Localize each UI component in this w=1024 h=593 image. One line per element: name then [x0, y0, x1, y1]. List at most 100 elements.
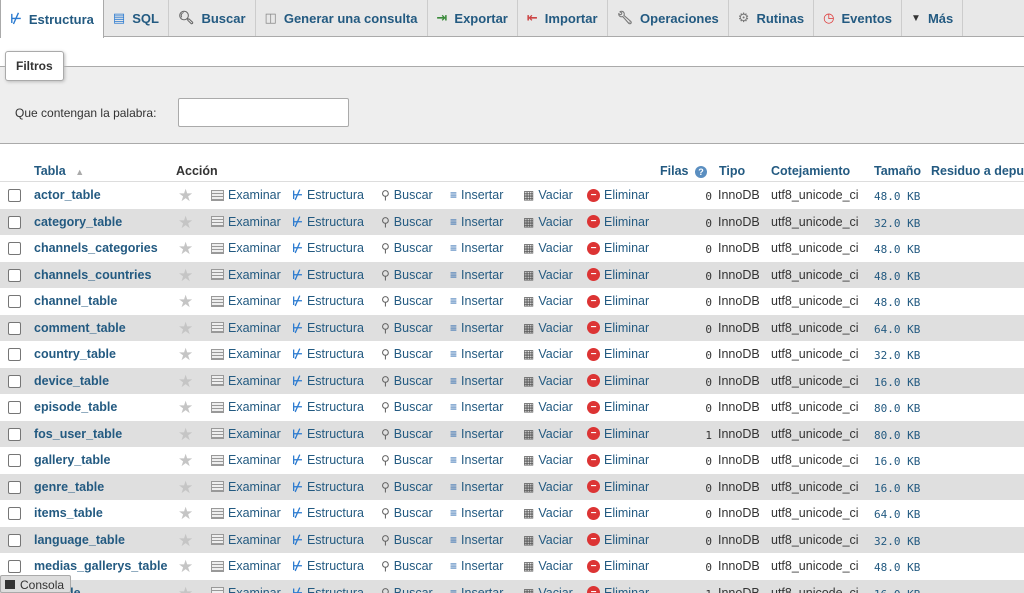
eliminar-link[interactable]: − Eliminar — [587, 480, 649, 494]
table-name-link[interactable]: channels_countries — [34, 268, 151, 282]
insertar-link[interactable]: ≡ Insertar — [450, 427, 503, 441]
tab-operaciones[interactable]: 🔧︎ Operaciones — [608, 0, 729, 36]
vaciar-link[interactable]: ▦ Vaciar — [523, 294, 573, 308]
examinar-link[interactable]: Examinar — [211, 559, 281, 573]
filter-input[interactable] — [178, 98, 349, 127]
vaciar-link[interactable]: ▦ Vaciar — [523, 506, 573, 520]
buscar-link[interactable]: ⚲ Buscar — [381, 347, 433, 361]
vaciar-link[interactable]: ▦ Vaciar — [523, 241, 573, 255]
table-name-link[interactable]: items_table — [34, 506, 103, 520]
estructura-link[interactable]: ⊬ Estructura — [292, 559, 364, 573]
table-name-link[interactable]: medias_gallerys_table — [34, 559, 167, 573]
buscar-link[interactable]: ⚲ Buscar — [381, 188, 433, 202]
table-name-link[interactable]: gallery_table — [34, 453, 110, 467]
favorite-star-icon[interactable]: ★ — [178, 531, 193, 551]
favorite-star-icon[interactable]: ★ — [178, 504, 193, 524]
examinar-link[interactable]: Examinar — [211, 506, 281, 520]
table-size[interactable]: 32.0 KB — [874, 349, 920, 362]
vaciar-link[interactable]: ▦ Vaciar — [523, 268, 573, 282]
tab-exportar[interactable]: ⇥ Exportar — [428, 0, 518, 36]
table-size[interactable]: 32.0 KB — [874, 535, 920, 548]
buscar-link[interactable]: ⚲ Buscar — [381, 559, 433, 573]
table-size[interactable]: 64.0 KB — [874, 508, 920, 521]
row-checkbox[interactable] — [8, 560, 21, 573]
eliminar-link[interactable]: − Eliminar — [587, 453, 649, 467]
row-checkbox[interactable] — [8, 507, 21, 520]
eliminar-link[interactable]: − Eliminar — [587, 268, 649, 282]
insertar-link[interactable]: ≡ Insertar — [450, 533, 503, 547]
buscar-link[interactable]: ⚲ Buscar — [381, 586, 433, 593]
buscar-link[interactable]: ⚲ Buscar — [381, 215, 433, 229]
favorite-star-icon[interactable]: ★ — [178, 266, 193, 286]
eliminar-link[interactable]: − Eliminar — [587, 427, 649, 441]
insertar-link[interactable]: ≡ Insertar — [450, 268, 503, 282]
examinar-link[interactable]: Examinar — [211, 215, 281, 229]
eliminar-link[interactable]: − Eliminar — [587, 215, 649, 229]
table-name-link[interactable]: country_table — [34, 347, 116, 361]
table-size[interactable]: 48.0 KB — [874, 243, 920, 256]
estructura-link[interactable]: ⊬ Estructura — [292, 215, 364, 229]
buscar-link[interactable]: ⚲ Buscar — [381, 427, 433, 441]
table-name-link[interactable]: device_table — [34, 374, 109, 388]
examinar-link[interactable]: Examinar — [211, 533, 281, 547]
favorite-star-icon[interactable]: ★ — [178, 584, 193, 593]
vaciar-link[interactable]: ▦ Vaciar — [523, 374, 573, 388]
examinar-link[interactable]: Examinar — [211, 400, 281, 414]
tab-buscar[interactable]: 🔍︎ Buscar — [169, 0, 256, 36]
estructura-link[interactable]: ⊬ Estructura — [292, 374, 364, 388]
favorite-star-icon[interactable]: ★ — [178, 186, 193, 206]
table-size[interactable]: 48.0 KB — [874, 190, 920, 203]
estructura-link[interactable]: ⊬ Estructura — [292, 321, 364, 335]
vaciar-link[interactable]: ▦ Vaciar — [523, 559, 573, 573]
vaciar-link[interactable]: ▦ Vaciar — [523, 215, 573, 229]
vaciar-link[interactable]: ▦ Vaciar — [523, 586, 573, 593]
buscar-link[interactable]: ⚲ Buscar — [381, 480, 433, 494]
help-icon[interactable]: ? — [694, 166, 707, 178]
estructura-link[interactable]: ⊬ Estructura — [292, 268, 364, 282]
favorite-star-icon[interactable]: ★ — [178, 213, 193, 233]
insertar-link[interactable]: ≡ Insertar — [450, 506, 503, 520]
vaciar-link[interactable]: ▦ Vaciar — [523, 533, 573, 547]
insertar-link[interactable]: ≡ Insertar — [450, 215, 503, 229]
favorite-star-icon[interactable]: ★ — [178, 451, 193, 471]
estructura-link[interactable]: ⊬ Estructura — [292, 427, 364, 441]
header-filas[interactable]: Filas ? — [660, 164, 707, 178]
examinar-link[interactable]: Examinar — [211, 427, 281, 441]
examinar-link[interactable]: Examinar — [211, 241, 281, 255]
table-size[interactable]: 64.0 KB — [874, 323, 920, 336]
table-size[interactable]: 48.0 KB — [874, 270, 920, 283]
table-name-link[interactable]: channel_table — [34, 294, 117, 308]
row-checkbox[interactable] — [8, 348, 21, 361]
vaciar-link[interactable]: ▦ Vaciar — [523, 347, 573, 361]
table-name-link[interactable]: channels_categories — [34, 241, 158, 255]
vaciar-link[interactable]: ▦ Vaciar — [523, 400, 573, 414]
insertar-link[interactable]: ≡ Insertar — [450, 321, 503, 335]
estructura-link[interactable]: ⊬ Estructura — [292, 506, 364, 520]
table-size[interactable]: 80.0 KB — [874, 429, 920, 442]
row-checkbox[interactable] — [8, 242, 21, 255]
table-size[interactable]: 16.0 KB — [874, 376, 920, 389]
estructura-link[interactable]: ⊬ Estructura — [292, 533, 364, 547]
header-tabla[interactable]: Tabla ▲ — [34, 164, 84, 178]
insertar-link[interactable]: ≡ Insertar — [450, 400, 503, 414]
eliminar-link[interactable]: − Eliminar — [587, 533, 649, 547]
header-cotejamiento[interactable]: Cotejamiento — [771, 164, 850, 178]
tab-importar[interactable]: ⇤ Importar — [518, 0, 608, 36]
table-name-link[interactable]: fos_user_table — [34, 427, 122, 441]
console-button[interactable]: Consola — [0, 575, 71, 593]
tab-estructura[interactable]: ⊬ Estructura — [0, 0, 104, 38]
header-residuo[interactable]: Residuo a depu — [931, 164, 1024, 178]
table-name-link[interactable]: episode_table — [34, 400, 117, 414]
table-name-link[interactable]: genre_table — [34, 480, 104, 494]
estructura-link[interactable]: ⊬ Estructura — [292, 241, 364, 255]
favorite-star-icon[interactable]: ★ — [178, 557, 193, 577]
favorite-star-icon[interactable]: ★ — [178, 319, 193, 339]
eliminar-link[interactable]: − Eliminar — [587, 188, 649, 202]
favorite-star-icon[interactable]: ★ — [178, 292, 193, 312]
buscar-link[interactable]: ⚲ Buscar — [381, 506, 433, 520]
eliminar-link[interactable]: − Eliminar — [587, 400, 649, 414]
tab-sql[interactable]: ▤ SQL — [104, 0, 169, 36]
tab-generar-consulta[interactable]: ◫ Generar una consulta — [256, 0, 428, 36]
row-checkbox[interactable] — [8, 215, 21, 229]
table-name-link[interactable]: language_table — [34, 533, 125, 547]
